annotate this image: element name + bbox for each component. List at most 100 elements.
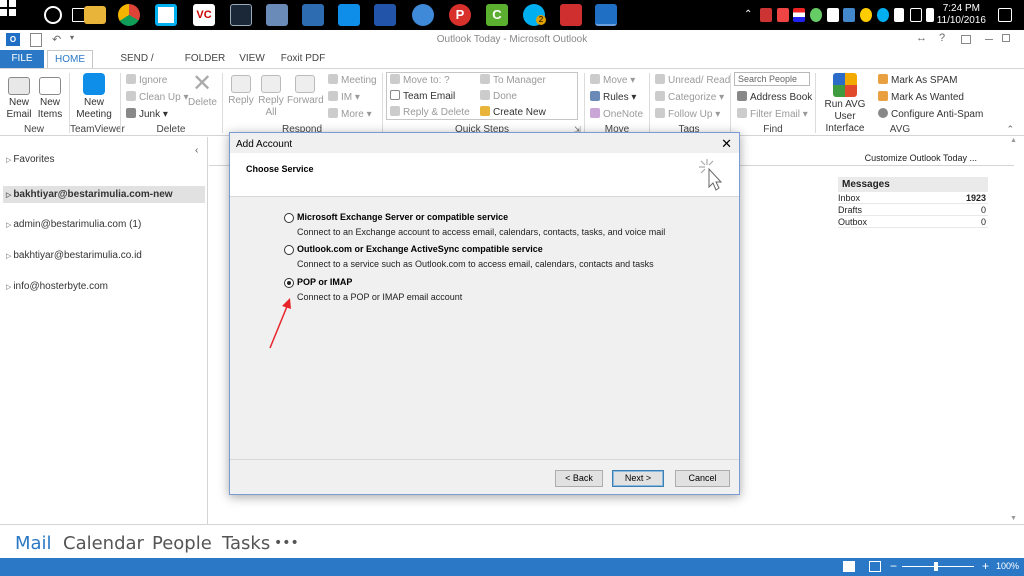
follow-up-button[interactable]: Follow Up ▾ — [655, 108, 720, 121]
flag-icon[interactable] — [560, 4, 582, 26]
filter-email-button[interactable]: Filter Email ▾ — [737, 108, 808, 121]
next-button[interactable]: Next > — [612, 470, 664, 487]
back-button[interactable]: < Back — [555, 470, 603, 487]
reading-view-icon[interactable] — [869, 561, 881, 572]
cancel-button[interactable]: Cancel — [675, 470, 730, 487]
configure-antispam-button[interactable]: Configure Anti-Spam — [878, 108, 983, 121]
tab-file[interactable]: FILE — [0, 50, 44, 68]
psiphon-icon[interactable]: P — [449, 4, 471, 26]
quick-step-done[interactable]: Done — [480, 90, 517, 103]
steam-icon[interactable] — [230, 4, 252, 26]
normal-view-icon[interactable] — [843, 561, 855, 572]
radio-pop-imap[interactable] — [284, 278, 294, 288]
new-items-button[interactable]: New Items — [34, 73, 66, 121]
quick-step-to-manager[interactable]: To Manager — [480, 74, 546, 87]
customize-outlook-today-link[interactable]: Customize Outlook Today ... — [865, 153, 977, 163]
unread-read-button[interactable]: Unread/ Read — [655, 74, 730, 87]
network-tray-icon[interactable] — [894, 8, 904, 22]
favorites-node[interactable]: ▷ Favorites — [6, 154, 54, 165]
option-label[interactable]: Microsoft Exchange Server or compatible … — [297, 212, 508, 222]
move-button[interactable]: Move ▾ — [590, 74, 635, 87]
clock[interactable]: 7:24 PM 11/10/2016 — [937, 3, 986, 27]
action-center-icon[interactable] — [998, 8, 1012, 22]
restore-ribbon-icon[interactable]: ↔ — [916, 32, 927, 44]
new-meeting-button[interactable]: New Meeting — [72, 73, 116, 121]
tray-app-icon[interactable] — [810, 8, 822, 22]
minimize-icon[interactable] — [985, 39, 993, 40]
search-people-input[interactable]: Search People — [734, 72, 810, 86]
messages-row-outbox[interactable]: Outbox 0 — [838, 216, 988, 228]
meeting-button[interactable]: Meeting — [328, 74, 377, 87]
nav-mail[interactable]: Mail — [15, 533, 52, 554]
zoom-level[interactable]: 100% — [996, 561, 1019, 571]
radio-exchange[interactable] — [284, 213, 294, 223]
tray-vc-icon[interactable] — [827, 8, 839, 22]
reply-all-button[interactable]: Reply All — [257, 73, 285, 119]
help-button[interactable]: ? — [939, 32, 945, 44]
finder-icon[interactable] — [266, 4, 288, 26]
nav-people[interactable]: People — [152, 533, 212, 554]
vpn-icon[interactable] — [412, 4, 434, 26]
mark-as-spam-button[interactable]: Mark As SPAM — [878, 74, 958, 87]
quick-step-move-to[interactable]: Move to: ? — [390, 74, 450, 87]
chrome-icon[interactable] — [118, 4, 140, 26]
nav-calendar[interactable]: Calendar — [63, 533, 144, 554]
nav-tasks[interactable]: Tasks — [222, 533, 270, 554]
camtasia-icon[interactable]: C — [486, 4, 508, 26]
vc-icon[interactable]: VC — [193, 4, 215, 26]
quick-step-team-email[interactable]: Team Email — [390, 90, 455, 103]
account-node[interactable]: ▷ admin@bestarimulia.com (1) — [6, 219, 141, 230]
account-node[interactable]: ▷ info@hosterbyte.com — [6, 281, 108, 292]
vertical-scrollbar[interactable]: ▲ ▼ — [1010, 137, 1020, 524]
account-node[interactable]: ▷ bakhtiyar@bestarimulia.com-new — [3, 186, 205, 203]
nav-more-icon[interactable]: ••• — [274, 535, 299, 551]
tab-send-receive[interactable]: SEND / RECEIVE — [101, 50, 173, 81]
zoom-slider-thumb[interactable] — [934, 562, 938, 571]
collapse-ribbon-icon[interactable]: ⌃ — [1006, 124, 1014, 135]
tab-view[interactable]: VIEW — [235, 50, 269, 68]
tray-emoji-icon[interactable] — [860, 8, 872, 22]
scroll-down-arrow-icon[interactable]: ▼ — [1010, 515, 1017, 522]
zoom-in-icon[interactable]: + — [982, 559, 989, 573]
im-button[interactable]: IM ▾ — [328, 91, 360, 104]
radio-outlook-com[interactable] — [284, 245, 294, 255]
network-icon[interactable] — [374, 4, 396, 26]
clean-up-button[interactable]: Clean Up ▾ — [126, 91, 189, 104]
delete-button[interactable]: ✕ Delete — [188, 72, 217, 109]
volume-icon[interactable] — [926, 8, 934, 22]
tab-home[interactable]: HOME — [47, 50, 93, 69]
onenote-button[interactable]: OneNote — [590, 108, 643, 121]
zoom-out-icon[interactable]: − — [890, 559, 897, 573]
task-manager-icon[interactable] — [302, 4, 324, 26]
option-label[interactable]: Outlook.com or Exchange ActiveSync compa… — [297, 244, 543, 254]
quick-step-reply-delete[interactable]: Reply & Delete — [390, 106, 470, 119]
zoom-slider[interactable] — [902, 566, 974, 567]
skype-icon[interactable] — [155, 4, 177, 26]
mark-as-wanted-button[interactable]: Mark As Wanted — [878, 91, 964, 104]
categorize-button[interactable]: Categorize ▾ — [655, 91, 724, 104]
reply-button[interactable]: Reply — [227, 73, 255, 107]
file-explorer-icon[interactable] — [84, 6, 106, 24]
tray-skype-icon[interactable] — [877, 8, 889, 22]
close-icon[interactable]: ✕ — [721, 136, 732, 152]
more-respond-button[interactable]: More ▾ — [328, 108, 372, 121]
address-book-button[interactable]: Address Book — [737, 91, 812, 104]
quick-step-create-new[interactable]: Create New — [480, 106, 546, 119]
ignore-button[interactable]: Ignore — [126, 74, 167, 87]
restore-icon[interactable] — [1002, 34, 1010, 42]
new-email-button[interactable]: New Email — [4, 73, 34, 121]
tray-app-icon[interactable] — [843, 8, 855, 22]
teamviewer-icon[interactable] — [338, 4, 360, 26]
tray-flag-icon[interactable] — [793, 8, 805, 22]
messages-row-inbox[interactable]: Inbox 1923 — [838, 192, 988, 204]
tab-folder[interactable]: FOLDER — [184, 50, 226, 68]
tray-app-icon[interactable] — [777, 8, 789, 22]
ribbon-display-options-icon[interactable] — [961, 35, 971, 44]
battery-icon[interactable] — [910, 8, 922, 22]
messages-row-drafts[interactable]: Drafts 0 — [838, 204, 988, 216]
account-node[interactable]: ▷ bakhtiyar@bestarimulia.co.id — [6, 250, 142, 261]
tray-app-icon[interactable] — [760, 8, 772, 22]
tab-foxit-pdf[interactable]: Foxit PDF — [278, 50, 328, 68]
junk-button[interactable]: Junk ▾ — [126, 108, 168, 121]
search-circle-icon[interactable] — [44, 6, 62, 24]
